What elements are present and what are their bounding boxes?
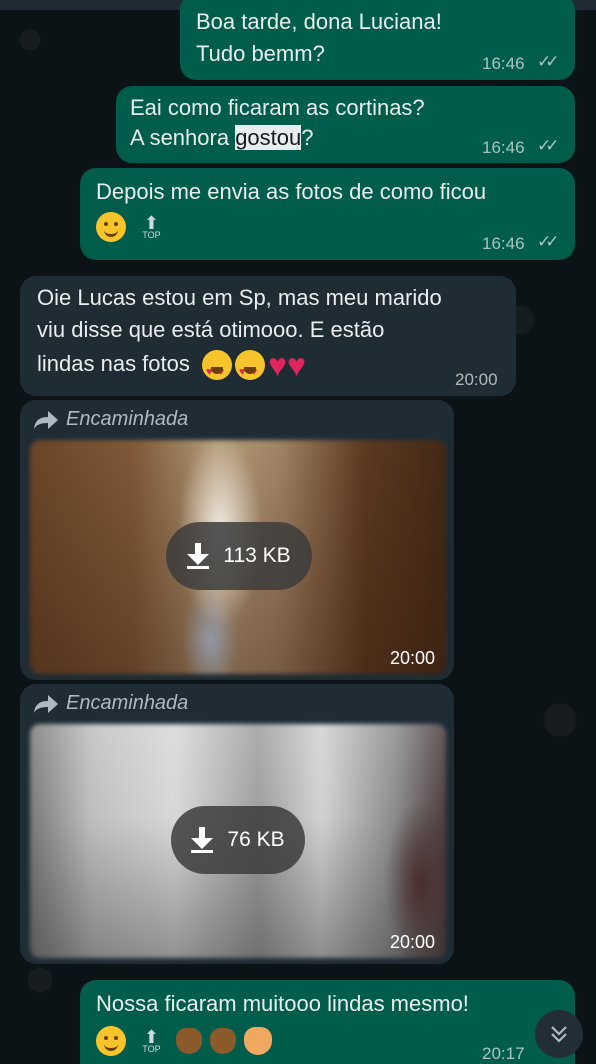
- download-button[interactable]: 76 KB: [171, 806, 305, 874]
- file-size: 76 KB: [227, 828, 285, 851]
- message-outgoing[interactable]: Nossa ficaram muitooo lindas mesmo! ⬆ TOP…: [80, 980, 575, 1064]
- message-text: Nossa ficaram muitooo lindas mesmo!: [96, 991, 469, 1016]
- message-time: 20:00: [390, 648, 436, 668]
- message-time: 20:17: [482, 1044, 525, 1063]
- red-heart-emoji-icon: ♥: [287, 347, 306, 384]
- message-text: Oie Lucas estou em Sp, mas meu marido: [37, 285, 442, 310]
- clapping-hands-emoji-icon: [243, 1027, 272, 1055]
- message-time: 16:46: [482, 54, 525, 73]
- ok-hand-emoji-icon: [209, 1028, 236, 1054]
- chat-area[interactable]: Boa tarde, dona Luciana! Tudo bemm? 16:4…: [0, 0, 596, 1064]
- forward-arrow-icon: [34, 694, 58, 713]
- message-text: viu disse que está otimooo. E estão: [37, 317, 385, 342]
- message-text: Tudo bemm?: [196, 41, 325, 66]
- double-check-icon: ✓✓: [537, 232, 559, 251]
- download-icon: [191, 827, 214, 853]
- smile-emoji-icon: [96, 1026, 126, 1056]
- red-heart-emoji-icon: ♥: [268, 347, 287, 384]
- message-text: lindas nas fotos ♥ ♥: [37, 346, 306, 390]
- emoji-row: ⬆ TOP: [96, 1026, 272, 1056]
- forwarded-label: Encaminhada: [34, 692, 188, 715]
- heart-eyes-emoji-icon: [235, 350, 265, 390]
- top-arrow-icon: ⬆ TOP: [142, 212, 161, 240]
- message-time: 20:00: [390, 932, 436, 952]
- search-highlight: gostou: [235, 125, 302, 150]
- top-arrow-icon: ⬆ TOP: [142, 1026, 161, 1054]
- message-outgoing[interactable]: Boa tarde, dona Luciana! Tudo bemm? 16:4…: [180, 0, 575, 80]
- message-text: A senhora gostou?: [130, 125, 314, 150]
- message-text: Boa tarde, dona Luciana!: [196, 9, 442, 34]
- message-incoming-image[interactable]: Encaminhada 76 KB 20:00: [20, 684, 454, 964]
- message-incoming[interactable]: Oie Lucas estou em Sp, mas meu marido vi…: [20, 276, 516, 396]
- smile-emoji-icon: [96, 212, 126, 242]
- scroll-to-bottom-button[interactable]: [535, 1010, 583, 1058]
- emoji-row: ⬆ TOP: [96, 212, 163, 242]
- message-outgoing[interactable]: Depois me envia as fotos de como ficou ⬆…: [80, 168, 575, 260]
- message-text: Depois me envia as fotos de como ficou: [96, 179, 487, 204]
- double-check-icon: ✓✓: [537, 52, 559, 71]
- double-check-icon: ✓✓: [537, 136, 559, 155]
- message-time: 16:46: [482, 234, 525, 253]
- message-time: 16:46: [482, 138, 525, 157]
- message-outgoing[interactable]: Eai como ficaram as cortinas? A senhora …: [116, 86, 575, 163]
- message-time: 20:00: [455, 370, 498, 389]
- double-chevron-down-icon: [551, 1026, 567, 1043]
- download-icon: [187, 543, 210, 569]
- ok-hand-emoji-icon: [175, 1028, 202, 1054]
- forward-arrow-icon: [34, 410, 58, 429]
- forwarded-label: Encaminhada: [34, 408, 188, 431]
- message-incoming-image[interactable]: Encaminhada 113 KB 20:00: [20, 400, 454, 680]
- download-button[interactable]: 113 KB: [166, 522, 312, 590]
- heart-eyes-emoji-icon: [202, 350, 232, 390]
- file-size: 113 KB: [223, 544, 291, 567]
